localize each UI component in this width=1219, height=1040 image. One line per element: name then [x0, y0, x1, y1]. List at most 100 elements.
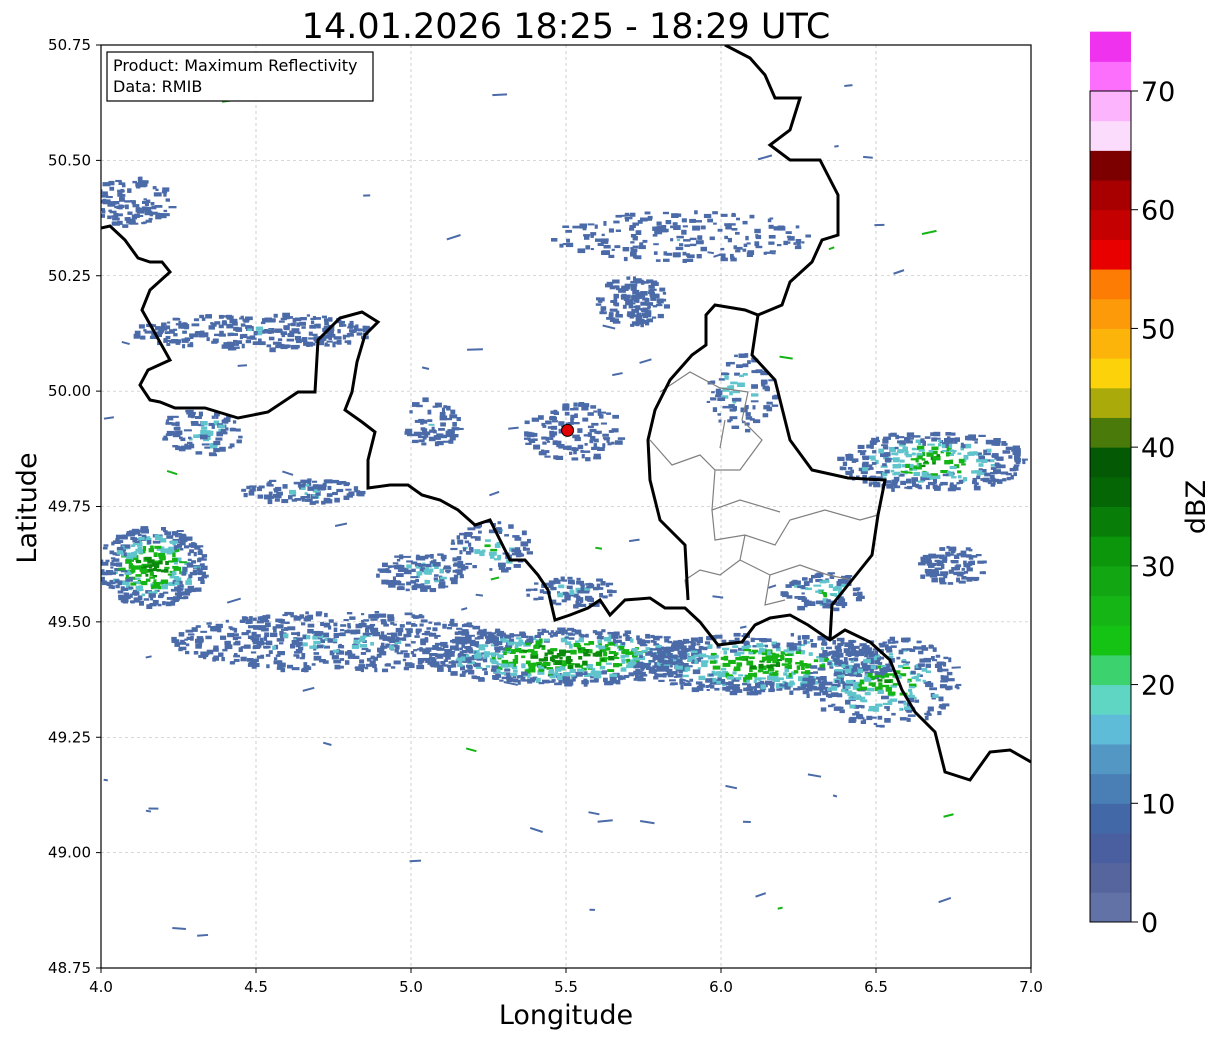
radar-echo: [307, 614, 314, 620]
radar-echo: [705, 685, 709, 688]
radar-echo: [874, 223, 885, 227]
radar-echo: [257, 494, 264, 499]
radar-echo: [138, 533, 142, 537]
radar-echo: [395, 573, 404, 577]
radar-echo: [771, 404, 779, 407]
radar-echo: [326, 340, 333, 343]
radar-echo: [186, 577, 192, 583]
radar-echo: [348, 323, 352, 326]
radar-echo: [143, 198, 147, 201]
radar-echo: [208, 452, 216, 456]
radar-echo: [189, 638, 194, 641]
radar-echo: [813, 584, 822, 587]
radar-echo: [938, 443, 942, 447]
radar-echo: [173, 426, 181, 431]
radar-echo: [633, 297, 637, 303]
radar-echo: [808, 679, 816, 685]
radar-echo: [911, 447, 917, 451]
radar-echo: [610, 300, 618, 303]
radar-echo: [928, 449, 933, 453]
radar-echo: [914, 646, 922, 650]
radar-echo: [153, 579, 157, 583]
radar-echo: [372, 632, 380, 637]
radar-echo: [645, 302, 654, 306]
radar-echo: [839, 709, 845, 714]
radar-echo: [593, 453, 601, 458]
radar-echo: [93, 205, 99, 207]
radar-echo: [836, 581, 842, 586]
radar-echo: [141, 593, 146, 597]
radar-echo: [478, 629, 485, 633]
radar-echo: [427, 419, 433, 422]
radar-echo: [892, 640, 899, 644]
radar-echo: [784, 686, 791, 690]
radar-echo: [110, 566, 114, 569]
radar-echo: [347, 623, 351, 627]
radar-echo: [307, 486, 314, 491]
radar-echo: [300, 317, 307, 321]
radar-echo: [609, 308, 618, 312]
radar-echo: [730, 257, 737, 262]
radar-echo: [120, 188, 124, 193]
radar-echo: [559, 657, 563, 660]
radar-echo: [328, 625, 332, 630]
radar-echo: [428, 423, 435, 426]
radar-echo: [747, 250, 755, 256]
radar-echo: [985, 479, 992, 483]
radar-echo: [165, 198, 170, 202]
radar-echo: [620, 295, 625, 298]
radar-echo: [981, 458, 988, 463]
radar-echo: [303, 665, 310, 668]
radar-echo: [663, 304, 670, 309]
radar-echo: [912, 482, 916, 487]
radar-echo: [161, 556, 166, 561]
radar-echo: [365, 626, 373, 630]
radar-echo: [554, 671, 558, 674]
radar-echo: [624, 216, 633, 220]
radar-echo: [674, 665, 683, 670]
radar-echo: [897, 449, 904, 454]
radar-echo: [787, 664, 792, 670]
radar-echo: [753, 651, 757, 654]
radar-echo: [553, 632, 558, 637]
radar-echo: [957, 452, 962, 455]
radar-echo: [334, 497, 340, 503]
radar-echo: [178, 632, 185, 637]
radar-echo: [447, 626, 453, 630]
radar-echo: [108, 571, 116, 575]
radar-echo: [230, 427, 235, 431]
radar-echo: [644, 211, 651, 215]
radar-echo: [456, 657, 465, 661]
radar-echo: [539, 638, 543, 643]
radar-echo: [820, 698, 826, 702]
radar-echo: [577, 444, 584, 450]
radar-echo: [493, 640, 499, 644]
radar-echo: [565, 242, 574, 248]
radar-echo: [718, 378, 725, 381]
radar-echo: [526, 551, 533, 555]
radar-echo: [484, 544, 491, 548]
radar-echo: [949, 449, 954, 452]
radar-echo: [948, 657, 952, 663]
radar-echo: [290, 615, 298, 618]
radar-echo: [653, 243, 659, 246]
radar-echo: [575, 672, 583, 677]
radar-echo: [274, 490, 279, 493]
radar-echo: [526, 669, 533, 672]
radar-echo: [406, 621, 412, 625]
radar-echo: [584, 443, 588, 446]
radar-echo: [402, 658, 407, 662]
radar-echo: [775, 670, 779, 673]
radar-echo: [374, 611, 380, 614]
radar-echo: [155, 188, 159, 191]
radar-echo: [720, 681, 726, 685]
radar-echo: [262, 620, 270, 623]
radar-echo: [560, 576, 565, 582]
radar-echo: [611, 441, 615, 445]
radar-echo: [260, 637, 264, 643]
radar-echo: [101, 194, 109, 198]
radar-echo: [640, 639, 646, 642]
radar-echo: [153, 552, 158, 557]
radar-echo: [835, 680, 840, 683]
radar-echo: [892, 464, 898, 469]
